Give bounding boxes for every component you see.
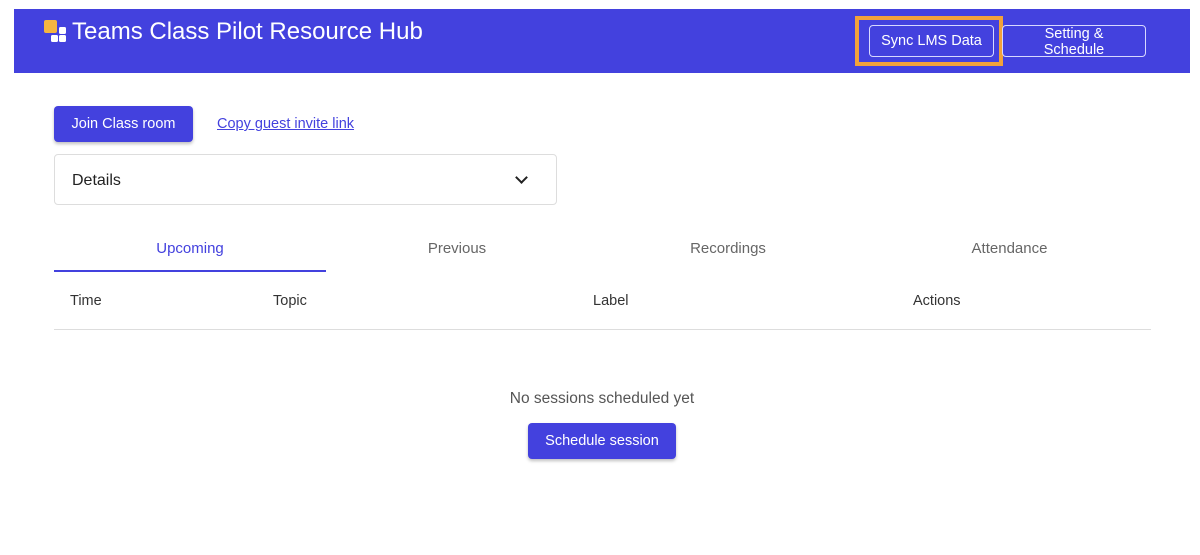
tab-previous[interactable]: Previous [326,240,588,257]
column-header-time: Time [70,293,102,309]
table-divider [54,329,1151,330]
schedule-session-button[interactable]: Schedule session [528,423,676,459]
app-logo-icon [44,20,68,44]
column-header-topic: Topic [273,293,307,309]
app-title: Teams Class Pilot Resource Hub [72,18,423,46]
tab-recordings[interactable]: Recordings [588,240,868,257]
details-label: Details [72,172,121,190]
active-tab-indicator [54,270,326,272]
tab-attendance[interactable]: Attendance [868,240,1151,257]
join-classroom-button[interactable]: Join Class room [54,106,193,142]
column-header-actions: Actions [913,293,961,309]
tab-upcoming[interactable]: Upcoming [54,240,326,257]
empty-state-text: No sessions scheduled yet [0,390,1200,408]
sync-lms-data-button[interactable]: Sync LMS Data [869,25,994,57]
copy-invite-link[interactable]: Copy guest invite link [217,116,354,132]
details-accordion[interactable]: Details [54,154,557,205]
setting-schedule-button[interactable]: Setting & Schedule [1002,25,1146,57]
column-header-label: Label [593,293,628,309]
chevron-down-icon [515,171,528,184]
